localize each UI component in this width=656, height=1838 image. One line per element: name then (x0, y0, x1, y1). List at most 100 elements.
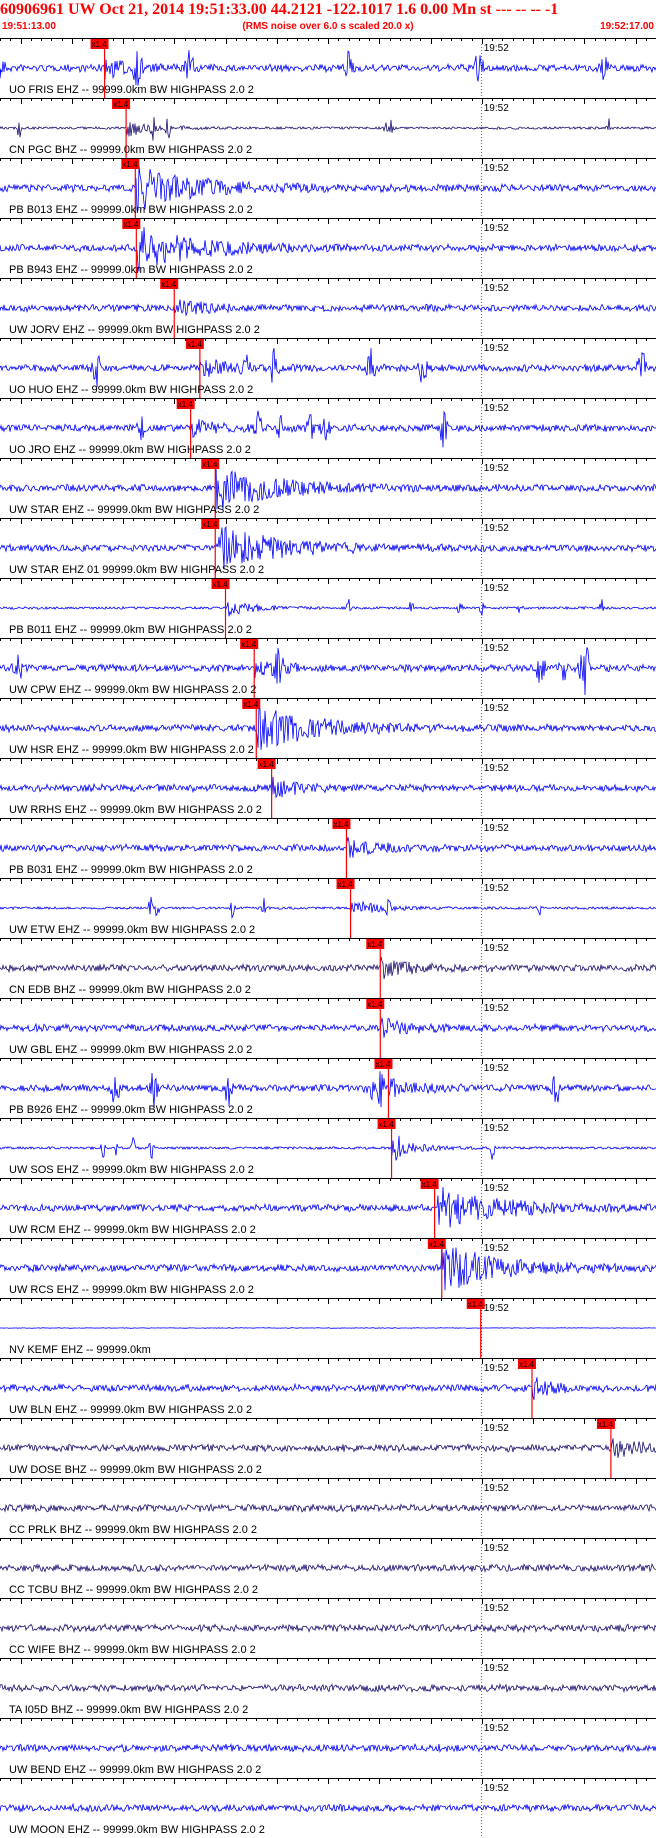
trace-row: 19:52 x1.4 CN PGC BHZ -- 99999.0km BW HIGH… (0, 98, 656, 158)
station-label: UO HUO EHZ -- 99999.0km BW HIGHPASS 2.0 … (9, 384, 253, 396)
trace-row: 19:52 UW BEND EHZ -- 99999.0km BW HIGHPAS… (0, 1718, 656, 1778)
waveform (0, 117, 656, 141)
trace-row: 19:52 x1.4 UW RRHS EHZ -- 99999.0km BW HIG… (0, 758, 656, 818)
pick-label: x1.4 (468, 1300, 484, 1309)
station-label: PB B011 EHZ -- 99999.0km BW HIGHPASS 2.0… (9, 624, 252, 636)
pick-label: x1.4 (367, 1000, 383, 1009)
trace-row: 19:52 x1.4 UW DOSE BHZ -- 99999.0km BW HIG… (0, 1418, 656, 1478)
waveform (0, 776, 656, 798)
waveform (0, 299, 656, 317)
trace-row: 19:52 x1.4 UO JRO EHZ -- 99999.0km BW HIGH… (0, 398, 656, 458)
waveform (0, 837, 656, 858)
waveform (0, 1438, 656, 1458)
minute-label: 19:52 (484, 643, 509, 654)
station-label: UW HSR EHZ -- 99999.0km BW HIGHPASS 2.0 … (9, 744, 254, 756)
station-label: UO JRO EHZ -- 99999.0km BW HIGHPASS 2.0 … (9, 444, 251, 456)
pick-label: x1.4 (213, 580, 229, 589)
waveform (0, 599, 656, 617)
trace-row: 19:52 CC PRLK BHZ -- 99999.0km BW HIGHPAS… (0, 1478, 656, 1538)
trace-row: 19:52 x1.4 UW STAR EHZ -- 99999.0km BW HIG… (0, 458, 656, 518)
minute-label: 19:52 (484, 943, 509, 954)
trace-row: 19:52 CC WIFE BHZ -- 99999.0km BW HIGHPAS… (0, 1598, 656, 1658)
minute-label: 19:52 (484, 1363, 509, 1374)
minute-label: 19:52 (484, 1003, 509, 1014)
station-label: PB B926 EHZ -- 99999.0km BW HIGHPASS 2.0… (9, 1104, 253, 1116)
minute-label: 19:52 (484, 403, 509, 414)
station-label: CC TCBU BHZ -- 99999.0km BW HIGHPASS 2.0… (9, 1584, 258, 1596)
pick-label: x1.4 (422, 1180, 438, 1189)
minute-label: 19:52 (484, 103, 509, 114)
station-label: UW GBL EHZ -- 99999.0km BW HIGHPASS 2.0 … (9, 1044, 252, 1056)
trace-row: 19:52 x1.4 UW RCM EHZ -- 99999.0km BW HIGH… (0, 1178, 656, 1238)
station-label: UW BEND EHZ -- 99999.0km BW HIGHPASS 2.0… (9, 1764, 261, 1776)
trace-row: 19:52 CC TCBU BHZ -- 99999.0km BW HIGHPAS… (0, 1538, 656, 1598)
pick-label: x1.4 (161, 280, 177, 289)
waveform (0, 1327, 656, 1329)
minute-label: 19:52 (484, 763, 509, 774)
trace-row: 19:52 TA I05D BHZ -- 99999.0km BW HIGHPAS… (0, 1658, 656, 1718)
trace-row: 19:52 x1.4 UW CPW EHZ -- 99999.0km BW HIGH… (0, 638, 656, 698)
minute-label: 19:52 (484, 463, 509, 474)
minute-label: 19:52 (484, 823, 509, 834)
waveform (0, 1017, 656, 1038)
trace-row: 19:52 x1.4 UW SOS EHZ -- 99999.0km BW HIGH… (0, 1118, 656, 1178)
pick-label: x1.4 (178, 400, 194, 409)
seismogram-plot: 19:52 x1.4 UO FRIS EHZ -- 99999.0km BW HIG… (0, 38, 656, 1838)
waveform (0, 1623, 656, 1634)
pick-label: x1.4 (367, 940, 383, 949)
pick-label: x1.4 (243, 700, 259, 709)
station-label: TA I05D BHZ -- 99999.0km BW HIGHPASS 2.0… (9, 1704, 248, 1716)
minute-label: 19:52 (484, 1243, 509, 1254)
waveform (0, 896, 656, 920)
plot-header: 60906961 UW Oct 21, 2014 19:51:33.00 44.… (0, 0, 656, 38)
trace-row: 19:52 x1.4 PB B013 EHZ -- 99999.0km BW HIG… (0, 158, 656, 218)
pick-label: x1.4 (92, 40, 108, 49)
trace-row: 19:52 x1.4 UW GBL EHZ -- 99999.0km BW HIGH… (0, 998, 656, 1058)
minute-label: 19:52 (484, 703, 509, 714)
waveform (0, 526, 656, 569)
waveform (0, 956, 656, 980)
station-label: UW RCS EHZ -- 99999.0km BW HIGHPASS 2.0 … (9, 1284, 254, 1296)
station-label: UW SOS EHZ -- 99999.0km BW HIGHPASS 2.0 … (9, 1164, 254, 1176)
station-label: UW STAR EHZ -- 99999.0km BW HIGHPASS 2.0… (9, 504, 259, 516)
trace-row: 19:52 x1.4 UO HUO EHZ -- 99999.0km BW HIGH… (0, 338, 656, 398)
station-label: UW DOSE BHZ -- 99999.0km BW HIGHPASS 2.0… (9, 1464, 262, 1476)
noise-note: (RMS noise over 6.0 s scaled 20.0 x) (242, 21, 414, 32)
station-label: UW RCM EHZ -- 99999.0km BW HIGHPASS 2.0 … (9, 1224, 256, 1236)
station-label: UW MOON EHZ -- 99999.0km BW HIGHPASS 2.0… (9, 1824, 265, 1836)
pick-label: x1.4 (338, 880, 354, 889)
trace-row: 19:52 x1.4 UW BLN EHZ -- 99999.0km BW HIGH… (0, 1358, 656, 1418)
station-label: NV KEMF EHZ -- 99999.0km (9, 1344, 151, 1356)
minute-label: 19:52 (484, 223, 509, 234)
pick-label: x1.4 (123, 220, 139, 229)
station-label: PB B943 EHZ -- 99999.0km BW HIGHPASS 2.0… (9, 264, 253, 276)
pick-label: x1.4 (519, 1360, 535, 1369)
trace-row: 19:52 x1.4 UW HSR EHZ -- 99999.0km BW HIGH… (0, 698, 656, 758)
station-label: PB B031 EHZ -- 99999.0km BW HIGHPASS 2.0… (9, 864, 253, 876)
pick-label: x1.4 (429, 1240, 445, 1249)
station-label: UW BLN EHZ -- 99999.0km BW HIGHPASS 2.0 … (9, 1404, 252, 1416)
station-label: UW CPW EHZ -- 99999.0km BW HIGHPASS 2.0 … (9, 684, 256, 696)
minute-label: 19:52 (484, 523, 509, 534)
waveform (0, 1562, 656, 1574)
station-label: UW ETW EHZ -- 99999.0km BW HIGHPASS 2.0 … (9, 924, 255, 936)
minute-label: 19:52 (484, 883, 509, 894)
trace-row: 19:52 x1.4 UW RCS EHZ -- 99999.0km BW HIGH… (0, 1238, 656, 1298)
station-label: PB B013 EHZ -- 99999.0km BW HIGHPASS 2.0… (9, 204, 253, 216)
minute-label: 19:52 (484, 1483, 509, 1494)
trace-row: 19:52 x1.4 UW JORV EHZ -- 99999.0km BW HIG… (0, 278, 656, 338)
waveform (0, 464, 656, 510)
trace-row: 19:52 x1.4 PB B031 EHZ -- 99999.0km BW HIG… (0, 818, 656, 878)
minute-label: 19:52 (484, 583, 509, 594)
minute-label: 19:52 (484, 1723, 509, 1734)
pick-label: x1.4 (187, 340, 203, 349)
pick-label: x1.4 (598, 1420, 614, 1429)
waveform (0, 410, 656, 448)
station-label: UW STAR EHZ 01 99999.0km BW HIGHPASS 2.0… (9, 564, 264, 576)
event-title: 60906961 UW Oct 21, 2014 19:51:33.00 44.… (0, 1, 559, 18)
minute-label: 19:52 (484, 1603, 509, 1614)
trace-row: 19:52 x1.4 PB B926 EHZ -- 99999.0km BW HIG… (0, 1058, 656, 1118)
pick-label: x1.4 (375, 1060, 391, 1069)
waveform (0, 1135, 656, 1161)
station-label: CN EDB BHZ -- 99999.0km BW HIGHPASS 2.0 … (9, 984, 251, 996)
